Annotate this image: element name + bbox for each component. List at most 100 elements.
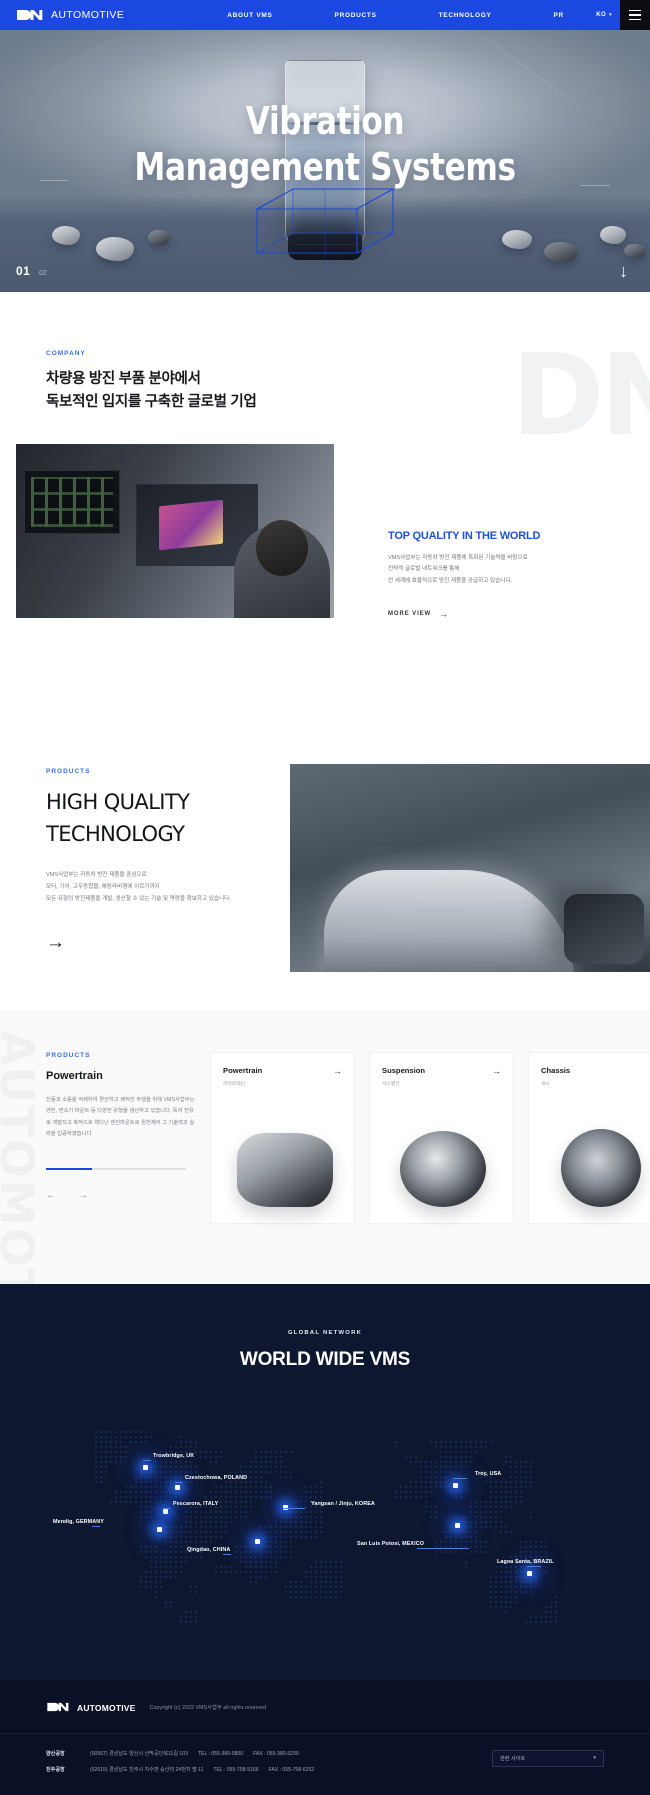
carousel-prev-button[interactable]: ← <box>46 1190 56 1201</box>
hamburger-icon-bar <box>629 18 641 21</box>
technology-arrow-right-icon[interactable]: → <box>46 933 254 952</box>
map-pin[interactable] <box>455 1522 460 1528</box>
top-quality-body-line-2: 전략적 글로벌 네트워크를 통해 <box>388 566 460 573</box>
map-pin-leader-line <box>175 1481 183 1483</box>
carousel-next-button[interactable]: → <box>78 1190 88 1201</box>
office-name: 양산공장 <box>46 1750 65 1757</box>
hero-title-line-2: Management Systems <box>134 145 516 190</box>
product-card-chassis[interactable]: Chassis 섀시 → <box>528 1051 650 1224</box>
nav-item-technology[interactable]: TECHNOLOGY <box>408 12 523 19</box>
network-title: WORLD WIDE VMS <box>239 1348 411 1370</box>
engineer-silhouette <box>234 519 330 618</box>
map-pin-label: Qingdao, CHINA <box>187 1546 231 1553</box>
map-pin-leader-line <box>92 1525 100 1527</box>
chevron-down-icon: ▾ <box>593 1755 596 1762</box>
map-pin[interactable] <box>255 1538 260 1544</box>
more-view-button[interactable]: MORE VIEW → <box>388 609 604 619</box>
site-header: AUTOMOTIVE ABOUT VMS PRODUCTS TECHNOLOGY… <box>0 0 650 30</box>
dn-logo-icon <box>46 1699 72 1717</box>
map-pin-label: Trowbridge, UK <box>153 1452 195 1459</box>
map-pin-label: Czestochowa, POLAND <box>185 1474 248 1481</box>
site-footer: AUTOMOTIVE Copyright (c) 2022 VMS사업부 all… <box>0 1680 650 1795</box>
footer-logo[interactable]: AUTOMOTIVE <box>46 1699 136 1717</box>
nav-item-pr[interactable]: PR <box>523 12 595 19</box>
hero-rock <box>544 242 578 262</box>
company-headline-line-2: 독보적인 입지를 구축한 글로벌 기업 <box>46 393 257 410</box>
hero-rock <box>502 230 532 249</box>
arrow-right-icon[interactable]: → <box>492 1066 501 1076</box>
company-text-block: COMPANY 차량용 방진 부품 분야에서 독보적인 입지를 구축한 글로벌 … <box>0 350 650 414</box>
nav-item-products[interactable]: PRODUCTS <box>304 12 408 19</box>
product-card-suspension[interactable]: Suspension 서스펜션 → <box>369 1051 514 1224</box>
monitor-left <box>24 469 120 534</box>
product-cards: Powertrain 파워트레인 → Suspension 서스펜션 → Cha… <box>210 1051 650 1224</box>
office-name: 진주공장 <box>46 1766 65 1773</box>
arrow-right-icon[interactable]: → <box>333 1066 342 1076</box>
office-tel: TEL : 055-758-5166 <box>213 1766 259 1773</box>
technology-body-line-3: 모든 유형의 방진제품을 개발, 생산할 수 있는 기술 및 역량을 확보하고 … <box>46 895 231 902</box>
chevron-down-icon: ▾ <box>609 12 612 18</box>
top-quality-title: TOP QUALITY IN THE WORLD <box>388 530 541 542</box>
suspension-mount-shape <box>400 1130 486 1207</box>
hero-rock <box>148 230 170 245</box>
slide-current-index: 01 <box>16 264 31 278</box>
hero-rock <box>624 244 646 258</box>
map-pin[interactable] <box>157 1526 162 1532</box>
slide-indicator[interactable]: 01 02 <box>16 264 47 278</box>
hamburger-menu-button[interactable] <box>620 0 650 30</box>
slide-next-index[interactable]: 02 <box>39 270 47 277</box>
technology-section: PRODUCTS HIGH QUALITY TECHNOLOGY VMS사업부는… <box>0 689 650 1010</box>
card-product-image <box>211 1109 354 1213</box>
company-eyebrow: COMPANY <box>46 350 86 357</box>
page-root: AUTOMOTIVE ABOUT VMS PRODUCTS TECHNOLOGY… <box>0 0 650 1795</box>
products-section: AUTOMOTIVE PRODUCTS Powertrain 진동과 소음을 억… <box>0 1009 650 1284</box>
office-fax: FAX : 055-380-5299 <box>253 1750 299 1757</box>
header-right: KO ▾ <box>596 0 650 30</box>
language-selector[interactable]: KO ▾ <box>596 12 620 18</box>
top-quality-body-line-1: VMS사업부는 자동차 방진 제품에 특화된 기술력을 바탕으로 <box>388 555 528 561</box>
map-pin-leader-line <box>416 1547 469 1549</box>
carousel-nav: ← → <box>46 1190 196 1201</box>
company-section: DN COMPANY 차량용 방진 부품 분야에서 독보적인 입지를 구축한 글… <box>0 292 650 690</box>
dn-logo-icon <box>16 10 46 21</box>
map-pin[interactable] <box>175 1484 180 1490</box>
hero-decor-line <box>35 38 115 83</box>
card-title: Powertrain <box>223 1065 263 1075</box>
chassis-mount-shape <box>561 1128 641 1207</box>
card-title: Chassis <box>541 1065 571 1075</box>
company-headline-line-1: 차량용 방진 부품 분야에서 <box>46 371 201 387</box>
hero-wireframe-cube <box>253 185 397 273</box>
card-product-image <box>370 1109 513 1213</box>
hero-decor-line <box>481 34 579 107</box>
card-title: Suspension <box>382 1065 426 1075</box>
carousel-progress-bar[interactable] <box>46 1168 186 1171</box>
hero-rock <box>52 226 80 245</box>
hero-rock <box>600 226 626 244</box>
technology-title-line-2: TECHNOLOGY <box>46 822 185 847</box>
product-card-powertrain[interactable]: Powertrain 파워트레인 → <box>210 1051 355 1224</box>
global-network-section: GLOBAL NETWORK WORLD WIDE VMS Trowbridge… <box>0 1283 650 1681</box>
nav-item-about-vms[interactable]: ABOUT VMS <box>196 12 303 19</box>
map-pin[interactable] <box>527 1570 532 1576</box>
related-sites-select[interactable]: 관련 사이트 ▾ <box>492 1749 604 1767</box>
hero-rock <box>96 237 134 261</box>
map-pin[interactable] <box>143 1464 148 1470</box>
language-label: KO <box>596 12 607 18</box>
world-map: Trowbridge, UK Czestochowa, POLAND Pescaro… <box>35 1400 615 1641</box>
hamburger-icon-bar <box>629 14 641 16</box>
technology-body-line-2: 모터, 기어, 고무동합물, 해장라바행에 이르기까지 <box>46 883 160 890</box>
top-quality-panel: TOP QUALITY IN THE WORLD VMS사업부는 자동차 방진 … <box>388 530 604 619</box>
technology-photo <box>290 763 650 972</box>
carousel-progress-fill <box>46 1168 92 1171</box>
technology-text-block: PRODUCTS HIGH QUALITY TECHNOLOGY VMS사업부는… <box>0 768 300 952</box>
card-subtitle: 섀시 <box>541 1081 550 1087</box>
map-pin-label: Yangsan / Jinju, KOREA <box>311 1500 375 1507</box>
network-eyebrow: GLOBAL NETWORK <box>287 1329 363 1336</box>
map-pin[interactable] <box>163 1508 168 1514</box>
card-product-image <box>529 1109 650 1213</box>
map-pin[interactable] <box>453 1482 458 1488</box>
hero-slider: Vibration Management Systems 01 02 ↓ <box>0 30 650 292</box>
office-row-jinju: 진주공장 (52615) 경상남도 진주시 지수면 승산리 24번지 밸 11 … <box>46 1766 314 1773</box>
scroll-down-icon[interactable]: ↓ <box>619 262 628 280</box>
site-logo[interactable]: AUTOMOTIVE <box>0 9 124 21</box>
